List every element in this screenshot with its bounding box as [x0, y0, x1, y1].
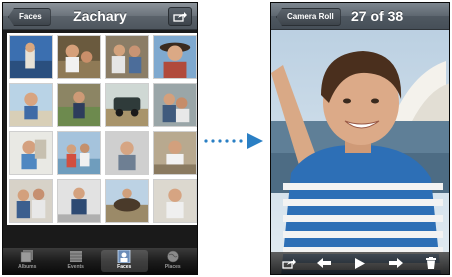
delete-button[interactable]	[423, 256, 439, 270]
photo-thumbnail[interactable]	[153, 83, 197, 127]
dotted-arrow-right-icon	[204, 133, 263, 149]
photo-counter: 27 of 38	[351, 8, 404, 24]
photo-thumbnail[interactable]	[105, 179, 149, 223]
photo-thumbnail[interactable]	[57, 131, 101, 175]
photo-thumbnail[interactable]	[57, 179, 101, 223]
photo-thumbnail[interactable]	[9, 35, 53, 79]
tab-events[interactable]: Events	[53, 250, 100, 272]
photo-thumbnail[interactable]	[153, 179, 197, 223]
trash-icon	[426, 257, 437, 269]
play-icon	[354, 257, 365, 269]
tab-albums[interactable]: Albums	[4, 250, 51, 272]
photo-thumbnail[interactable]	[57, 35, 101, 79]
faces-album-screen: Faces Zachary Albums Events Faces Places	[2, 2, 198, 275]
photo-thumbnail[interactable]	[153, 131, 197, 175]
photo-thumbnail[interactable]	[9, 131, 53, 175]
photo-grid	[7, 33, 197, 225]
navigation-bar: Camera Roll 27 of 38	[271, 3, 449, 30]
share-button[interactable]	[168, 7, 192, 26]
faces-icon	[117, 250, 131, 263]
back-button[interactable]: Camera Roll	[276, 8, 341, 26]
previous-arrow-icon	[317, 258, 332, 268]
photo-toolbar	[271, 252, 449, 274]
photo-thumbnail[interactable]	[57, 83, 101, 127]
photo-thumbnail[interactable]	[153, 35, 197, 79]
share-icon	[282, 258, 296, 269]
places-icon	[167, 250, 179, 263]
next-arrow-icon	[388, 258, 403, 268]
photo-thumbnail[interactable]	[9, 83, 53, 127]
tab-label: Events	[67, 264, 84, 270]
photo-thumbnail[interactable]	[9, 179, 53, 223]
photo-viewer-screen: Camera Roll 27 of 38	[270, 2, 450, 275]
photo-thumbnail[interactable]	[105, 83, 149, 127]
events-icon	[69, 251, 82, 262]
full-photo[interactable]	[271, 3, 450, 275]
tab-places[interactable]: Places	[150, 250, 197, 272]
next-button[interactable]	[388, 256, 404, 270]
albums-icon	[21, 250, 34, 263]
tab-bar: Albums Events Faces Places	[3, 248, 197, 274]
photo-thumbnail[interactable]	[105, 131, 149, 175]
tab-faces[interactable]: Faces	[101, 250, 148, 272]
photo-thumbnail[interactable]	[105, 35, 149, 79]
share-button[interactable]	[281, 256, 297, 270]
tab-label: Places	[164, 264, 181, 270]
tab-label: Albums	[18, 264, 37, 270]
tab-label: Faces	[117, 264, 132, 270]
play-button[interactable]	[352, 256, 368, 270]
share-icon	[173, 11, 187, 22]
previous-button[interactable]	[316, 256, 332, 270]
navigation-bar: Faces Zachary	[3, 3, 197, 30]
